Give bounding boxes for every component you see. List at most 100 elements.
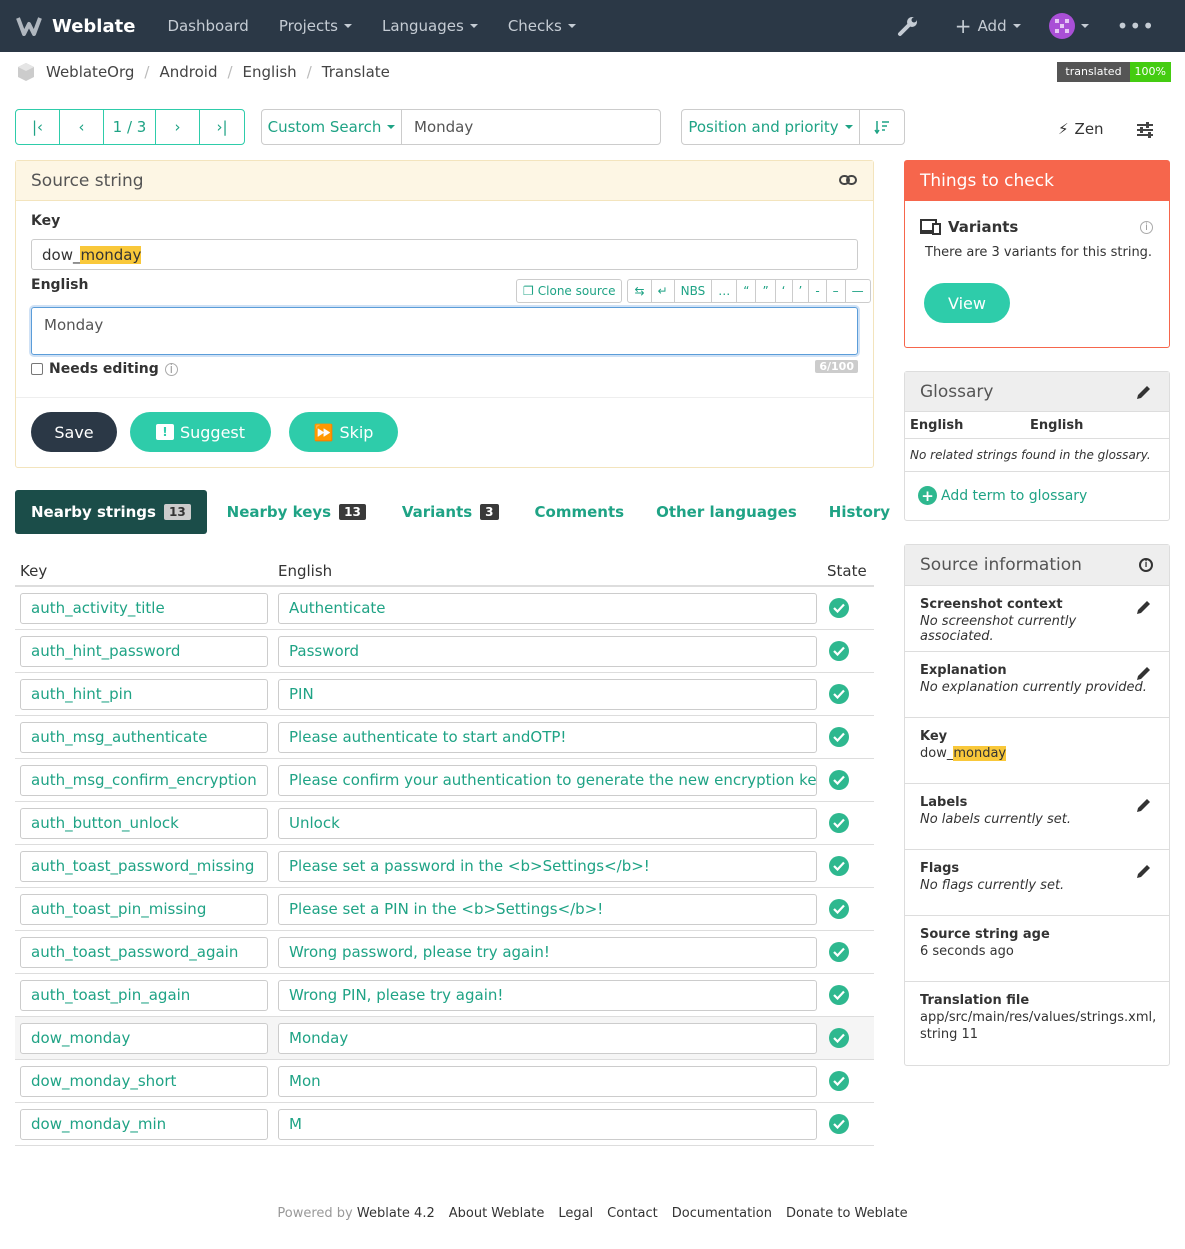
row-text-link[interactable]: Please authenticate to start andOTP! bbox=[278, 721, 817, 753]
tab-nearby-keys[interactable]: Nearby keys 13 bbox=[211, 490, 382, 534]
nav-dashboard[interactable]: Dashboard bbox=[167, 17, 248, 35]
wrench-icon[interactable] bbox=[897, 15, 919, 37]
brand-logo[interactable]: Weblate bbox=[16, 16, 135, 37]
insert-newline-button[interactable]: ↵ bbox=[652, 280, 675, 302]
row-text-link[interactable]: Wrong password, please try again! bbox=[278, 936, 817, 968]
row-text-link[interactable]: PIN bbox=[278, 678, 817, 710]
breadcrumb-language[interactable]: English bbox=[243, 63, 297, 81]
clone-source-button[interactable]: ❐ Clone source bbox=[516, 279, 623, 303]
row-key-link[interactable]: dow_monday_short bbox=[20, 1065, 268, 1097]
row-text-link[interactable]: Please set a password in the <b>Settings… bbox=[278, 850, 817, 882]
tab-variants[interactable]: Variants 3 bbox=[386, 490, 515, 534]
pencil-icon[interactable] bbox=[1135, 598, 1153, 616]
insert-em-dash-button[interactable]: — bbox=[846, 280, 870, 302]
search-input[interactable]: Monday bbox=[402, 110, 660, 144]
row-text-link[interactable]: Please set a PIN in the <b>Settings</b>! bbox=[278, 893, 817, 925]
insert-hyphen-button[interactable]: - bbox=[809, 280, 827, 302]
row-key-link[interactable]: auth_button_unlock bbox=[20, 807, 268, 839]
needs-editing-checkbox[interactable]: Needs editing i bbox=[31, 361, 178, 377]
row-text-link[interactable]: Password bbox=[278, 635, 817, 667]
pencil-icon[interactable] bbox=[1135, 862, 1153, 880]
row-key-link[interactable]: auth_toast_password_missing bbox=[20, 850, 268, 882]
footer-contact-link[interactable]: Contact bbox=[607, 1206, 658, 1221]
table-row: auth_hint_password Password bbox=[15, 630, 874, 673]
search-mode-dropdown[interactable]: Custom Search bbox=[262, 110, 402, 144]
nav-checks[interactable]: Checks bbox=[508, 17, 576, 35]
previous-string-button[interactable]: ‹ bbox=[60, 110, 104, 144]
special-chars-group: ⇆ ↵ NBS … “ ” ‘ ’ - – — bbox=[627, 279, 871, 303]
tab-comments[interactable]: Comments bbox=[519, 490, 641, 534]
suggest-button[interactable]: ! Suggest bbox=[130, 412, 271, 452]
skip-button[interactable]: ⏩ Skip bbox=[289, 412, 398, 452]
insert-left-squote-button[interactable]: ‘ bbox=[776, 280, 793, 302]
insert-left-dquote-button[interactable]: “ bbox=[737, 280, 757, 302]
footer-donate-link[interactable]: Donate to Weblate bbox=[786, 1206, 908, 1221]
translated-status-badge[interactable]: translated 100% bbox=[1057, 62, 1171, 82]
row-text-link[interactable]: M bbox=[278, 1108, 817, 1140]
row-text-link[interactable]: Unlock bbox=[278, 807, 817, 839]
insert-tab-button[interactable]: ⇆ bbox=[628, 280, 652, 302]
add-term-link[interactable]: + Add term to glossary bbox=[918, 486, 1087, 505]
insert-en-dash-button[interactable]: – bbox=[827, 280, 846, 302]
nav-add[interactable]: + Add bbox=[955, 14, 1021, 38]
pencil-icon[interactable] bbox=[1135, 796, 1153, 814]
insert-nbsp-button[interactable]: NBS bbox=[675, 280, 713, 302]
first-string-button[interactable]: |‹ bbox=[16, 110, 60, 144]
row-text-link[interactable]: Authenticate bbox=[278, 592, 817, 624]
footer-legal-link[interactable]: Legal bbox=[558, 1206, 593, 1221]
info-circle-icon[interactable]: i bbox=[1139, 558, 1153, 572]
sort-dropdown[interactable]: Position and priority bbox=[682, 110, 860, 144]
nav-projects[interactable]: Projects bbox=[279, 17, 352, 35]
insert-ellipsis-button[interactable]: … bbox=[712, 280, 738, 302]
breadcrumb-project[interactable]: WeblateOrg bbox=[46, 63, 134, 81]
row-key-link[interactable]: auth_toast_pin_missing bbox=[20, 893, 268, 925]
save-button[interactable]: Save bbox=[31, 412, 117, 452]
sort-direction-button[interactable] bbox=[860, 110, 904, 144]
footer-documentation-link[interactable]: Documentation bbox=[672, 1206, 772, 1221]
info-icon[interactable]: i bbox=[1140, 221, 1153, 234]
last-string-button[interactable]: ›| bbox=[200, 110, 244, 144]
insert-right-dquote-button[interactable]: ” bbox=[756, 280, 776, 302]
settings-sliders-icon[interactable] bbox=[1136, 122, 1154, 142]
row-key-link[interactable]: auth_toast_pin_again bbox=[20, 979, 268, 1011]
tab-history[interactable]: History bbox=[813, 490, 906, 534]
row-key-link[interactable]: auth_msg_confirm_encryption bbox=[20, 764, 268, 796]
row-key-link[interactable]: auth_hint_password bbox=[20, 635, 268, 667]
nav-languages[interactable]: Languages bbox=[382, 17, 478, 35]
row-key-link[interactable]: auth_toast_password_again bbox=[20, 936, 268, 968]
explanation-section: Explanation No explanation currently pro… bbox=[905, 651, 1169, 717]
row-key-link[interactable]: dow_monday_min bbox=[20, 1108, 268, 1140]
flags-section: Flags No flags currently set. bbox=[905, 849, 1169, 915]
pencil-icon[interactable] bbox=[1135, 664, 1153, 682]
add-term-label: Add term to glossary bbox=[941, 487, 1088, 504]
footer-version-link[interactable]: Weblate 4.2 bbox=[357, 1206, 435, 1221]
row-text-link[interactable]: Please confirm your authentication to ge… bbox=[278, 764, 817, 796]
source-text-editor[interactable]: Monday bbox=[31, 307, 858, 355]
table-row: auth_msg_authenticate Please authenticate… bbox=[15, 716, 874, 759]
row-key-link[interactable]: auth_activity_title bbox=[20, 592, 268, 624]
user-avatar[interactable] bbox=[1048, 13, 1089, 39]
row-key-link[interactable]: auth_hint_pin bbox=[20, 678, 268, 710]
view-variants-button[interactable]: View bbox=[924, 283, 1010, 323]
table-row: auth_toast_pin_again Wrong PIN, please tr… bbox=[15, 974, 874, 1017]
breadcrumb-translate[interactable]: Translate bbox=[322, 63, 390, 81]
breadcrumb-component[interactable]: Android bbox=[159, 63, 217, 81]
next-string-button[interactable]: › bbox=[156, 110, 200, 144]
pencil-icon[interactable] bbox=[1135, 383, 1153, 401]
variants-check: Variants bbox=[920, 218, 1018, 236]
translation-file-path: app/src/main/res/values/strings.xml, bbox=[920, 1010, 1157, 1025]
tab-other-languages[interactable]: Other languages bbox=[640, 490, 813, 534]
row-text-link[interactable]: Monday bbox=[278, 1022, 817, 1054]
row-text-link[interactable]: Mon bbox=[278, 1065, 817, 1097]
more-menu-icon[interactable]: ••• bbox=[1117, 14, 1155, 38]
row-key-link[interactable]: dow_monday bbox=[20, 1022, 268, 1054]
link-icon[interactable] bbox=[839, 174, 857, 186]
needs-editing-label: Needs editing bbox=[49, 361, 159, 377]
insert-right-squote-button[interactable]: ’ bbox=[793, 280, 810, 302]
footer-about-link[interactable]: About Weblate bbox=[449, 1206, 545, 1221]
chevron-left-icon: ‹ bbox=[78, 118, 85, 136]
row-key-link[interactable]: auth_msg_authenticate bbox=[20, 721, 268, 753]
tab-nearby-strings[interactable]: Nearby strings 13 bbox=[15, 490, 207, 534]
row-text-link[interactable]: Wrong PIN, please try again! bbox=[278, 979, 817, 1011]
zen-mode-button[interactable]: ⚡ Zen bbox=[1058, 120, 1104, 138]
